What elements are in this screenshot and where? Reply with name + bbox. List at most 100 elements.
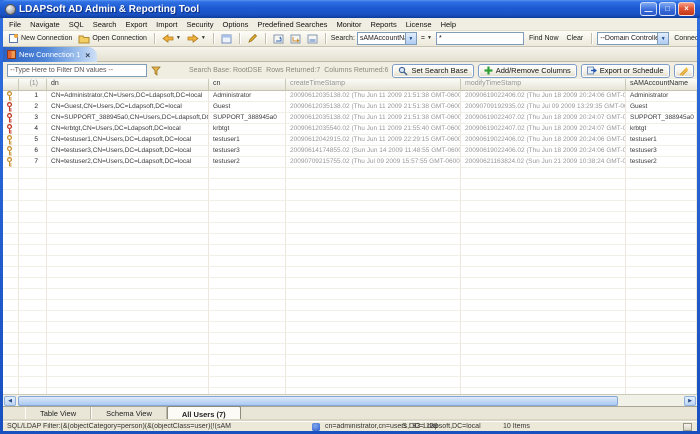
samaccountname-cell[interactable]: SUPPORT_388945a0 bbox=[626, 113, 697, 124]
domain-controllers-select[interactable]: --Domain Controllers-- ▼ bbox=[597, 32, 669, 45]
menu-options[interactable]: Options bbox=[223, 20, 249, 29]
modifytimestamp-cell[interactable]: 20090709192935.02 (Thu Jul 09 2009 13:29… bbox=[461, 102, 626, 113]
cn-cell[interactable]: krbtgt bbox=[209, 124, 286, 135]
menu-search[interactable]: Search bbox=[93, 20, 117, 29]
table-row[interactable]: 7CN=testuser2,CN=Users,DC=Ldapsoft,DC=lo… bbox=[3, 157, 697, 168]
minimize-button[interactable]: — bbox=[640, 2, 657, 16]
clear-button[interactable]: Clear bbox=[564, 34, 587, 43]
samaccountname-cell[interactable]: testuser3 bbox=[626, 146, 697, 157]
modifytimestamp-cell[interactable]: 20090619022406.02 (Thu Jun 18 2009 20:24… bbox=[461, 91, 626, 102]
dn-cell[interactable]: CN=testuser2,CN=Users,DC=Ldapsoft,DC=loc… bbox=[47, 157, 209, 168]
dn-cell[interactable]: CN=Guest,CN=Users,DC=Ldapsoft,DC=local bbox=[47, 102, 209, 113]
refresh-view-button[interactable] bbox=[219, 33, 234, 45]
column-header-modifytimestamp[interactable]: modifyTimeStamp bbox=[461, 79, 626, 90]
menu-monitor[interactable]: Monitor bbox=[336, 20, 361, 29]
scroll-right-button[interactable]: ▶ bbox=[684, 396, 696, 406]
cn-cell[interactable]: SUPPORT_388945a0 bbox=[209, 113, 286, 124]
table-row[interactable]: 1CN=Administrator,CN=Users,DC=Ldapsoft,D… bbox=[3, 91, 697, 102]
edit-entry-button[interactable] bbox=[245, 32, 260, 45]
table-header-row: (1) dn cn createTimeStamp modifyTimeStam… bbox=[3, 79, 697, 91]
cn-cell[interactable]: testuser2 bbox=[209, 157, 286, 168]
createtimestamp-cell[interactable]: 20090612035138.02 (Thu Jun 11 2009 21:51… bbox=[286, 91, 461, 102]
modifytimestamp-cell[interactable]: 20090619022407.02 (Thu Jun 18 2009 20:24… bbox=[461, 113, 626, 124]
export-button-3[interactable] bbox=[305, 33, 320, 45]
view-tab-table-view[interactable]: Table View bbox=[25, 407, 91, 421]
close-button[interactable]: × bbox=[678, 2, 695, 16]
menu-reports[interactable]: Reports bbox=[370, 20, 396, 29]
createtimestamp-cell[interactable]: 20090612035138.02 (Thu Jun 11 2009 21:51… bbox=[286, 102, 461, 113]
menu-license[interactable]: License bbox=[406, 20, 432, 29]
scroll-left-button[interactable]: ◀ bbox=[4, 396, 16, 406]
dn-cell[interactable]: CN=Administrator,CN=Users,DC=Ldapsoft,DC… bbox=[47, 91, 209, 102]
operator-select[interactable]: = ▼ bbox=[419, 35, 434, 42]
export-button-2[interactable] bbox=[288, 33, 303, 45]
column-header-cn[interactable]: cn bbox=[209, 79, 286, 90]
createtimestamp-cell[interactable]: 20090612035138.02 (Thu Jun 11 2009 21:51… bbox=[286, 113, 461, 124]
menu-navigate[interactable]: Navigate bbox=[30, 20, 60, 29]
createtimestamp-cell[interactable]: 20090614174855.02 (Sun Jun 14 2009 11:48… bbox=[286, 146, 461, 157]
maximize-button[interactable]: □ bbox=[659, 2, 676, 16]
table-row[interactable]: 2CN=Guest,CN=Users,DC=Ldapsoft,DC=localG… bbox=[3, 102, 697, 113]
samaccountname-cell[interactable]: Administrator bbox=[626, 91, 697, 102]
wand-button[interactable] bbox=[674, 64, 694, 78]
tab-close-icon[interactable]: × bbox=[85, 50, 90, 60]
column-header-icon[interactable] bbox=[3, 79, 19, 90]
column-header-samaccountname[interactable]: sAMAccountName bbox=[626, 79, 697, 90]
dn-cell[interactable]: CN=SUPPORT_388945a0,CN=Users,DC=Ldapsoft… bbox=[47, 113, 209, 124]
samaccountname-cell[interactable]: testuser1 bbox=[626, 135, 697, 146]
column-header-rownum[interactable]: (1) bbox=[19, 79, 47, 90]
connect-button[interactable]: Connect .... bbox=[671, 34, 697, 43]
dn-filter-input[interactable] bbox=[7, 64, 147, 77]
add-remove-columns-button[interactable]: Add/Remove Columns bbox=[478, 64, 577, 78]
export-or-schedule-button[interactable]: Export or Schedule bbox=[581, 64, 670, 78]
createtimestamp-cell[interactable]: 20090709215755.02 (Thu Jul 09 2009 15:57… bbox=[286, 157, 461, 168]
new-connection-button[interactable]: New Connection bbox=[6, 32, 74, 45]
search-attribute-select[interactable]: sAMAccountName ▼ bbox=[357, 32, 417, 45]
samaccountname-cell[interactable]: krbtgt bbox=[626, 124, 697, 135]
find-now-button[interactable]: Find Now bbox=[526, 34, 562, 43]
cn-cell[interactable]: Administrator bbox=[209, 91, 286, 102]
tab-new-connection-1[interactable]: New Connection 1 × bbox=[3, 47, 97, 62]
open-connection-label: Open Connection bbox=[92, 35, 146, 42]
set-search-base-button[interactable]: Set Search Base bbox=[392, 64, 473, 78]
cn-cell[interactable]: Guest bbox=[209, 102, 286, 113]
samaccountname-cell[interactable]: Guest bbox=[626, 102, 697, 113]
dn-cell[interactable]: CN=testuser1,CN=Users,DC=Ldapsoft,DC=loc… bbox=[47, 135, 209, 146]
dn-cell[interactable]: CN=testuser3,CN=Users,DC=Ldapsoft,DC=loc… bbox=[47, 146, 209, 157]
table-row[interactable]: 6CN=testuser3,CN=Users,DC=Ldapsoft,DC=lo… bbox=[3, 146, 697, 157]
horizontal-scrollbar[interactable]: ◀ ▶ bbox=[3, 394, 697, 406]
export-button-1[interactable] bbox=[271, 33, 286, 45]
createtimestamp-cell[interactable]: 20090612042915.02 (Thu Jun 11 2009 22:29… bbox=[286, 135, 461, 146]
menu-export[interactable]: Export bbox=[125, 20, 147, 29]
modifytimestamp-cell[interactable]: 20090619022406.02 (Thu Jun 18 2009 20:24… bbox=[461, 135, 626, 146]
search-value-input[interactable] bbox=[436, 32, 524, 45]
scrollbar-thumb[interactable] bbox=[18, 396, 618, 406]
modifytimestamp-cell[interactable]: 20090621163824.02 (Sun Jun 21 2009 10:38… bbox=[461, 157, 626, 168]
modifytimestamp-cell[interactable]: 20090619022406.02 (Thu Jun 18 2009 20:24… bbox=[461, 146, 626, 157]
menu-predefined-searches[interactable]: Predefined Searches bbox=[257, 20, 327, 29]
filter-funnel-icon[interactable] bbox=[151, 66, 161, 76]
modifytimestamp-cell[interactable]: 20090619022407.02 (Thu Jun 18 2009 20:24… bbox=[461, 124, 626, 135]
menu-security[interactable]: Security bbox=[186, 20, 213, 29]
empty-cell bbox=[3, 311, 19, 322]
back-button[interactable]: ▼ bbox=[160, 33, 183, 44]
menu-sql[interactable]: SQL bbox=[69, 20, 84, 29]
samaccountname-cell[interactable]: testuser2 bbox=[626, 157, 697, 168]
dn-cell[interactable]: CN=krbtgt,CN=Users,DC=Ldapsoft,DC=local bbox=[47, 124, 209, 135]
status-layout-icon[interactable] bbox=[683, 423, 692, 431]
createtimestamp-cell[interactable]: 20090612035540.02 (Thu Jun 11 2009 21:55… bbox=[286, 124, 461, 135]
table-row[interactable]: 5CN=testuser1,CN=Users,DC=Ldapsoft,DC=lo… bbox=[3, 135, 697, 146]
cn-cell[interactable]: testuser1 bbox=[209, 135, 286, 146]
column-header-dn[interactable]: dn bbox=[47, 79, 209, 90]
menu-import[interactable]: Import bbox=[156, 20, 177, 29]
menu-file[interactable]: File bbox=[9, 20, 21, 29]
cn-cell[interactable]: testuser3 bbox=[209, 146, 286, 157]
forward-button[interactable]: ▼ bbox=[185, 33, 208, 44]
table-row[interactable]: 3CN=SUPPORT_388945a0,CN=Users,DC=Ldapsof… bbox=[3, 113, 697, 124]
table-row[interactable]: 4CN=krbtgt,CN=Users,DC=Ldapsoft,DC=local… bbox=[3, 124, 697, 135]
view-tab-schema-view[interactable]: Schema View bbox=[91, 407, 167, 421]
open-connection-button[interactable]: Open Connection bbox=[76, 33, 148, 45]
column-header-createtimestamp[interactable]: createTimeStamp bbox=[286, 79, 461, 90]
view-tab-all-users-7[interactable]: All Users (7) bbox=[167, 406, 241, 421]
menu-help[interactable]: Help bbox=[441, 20, 456, 29]
